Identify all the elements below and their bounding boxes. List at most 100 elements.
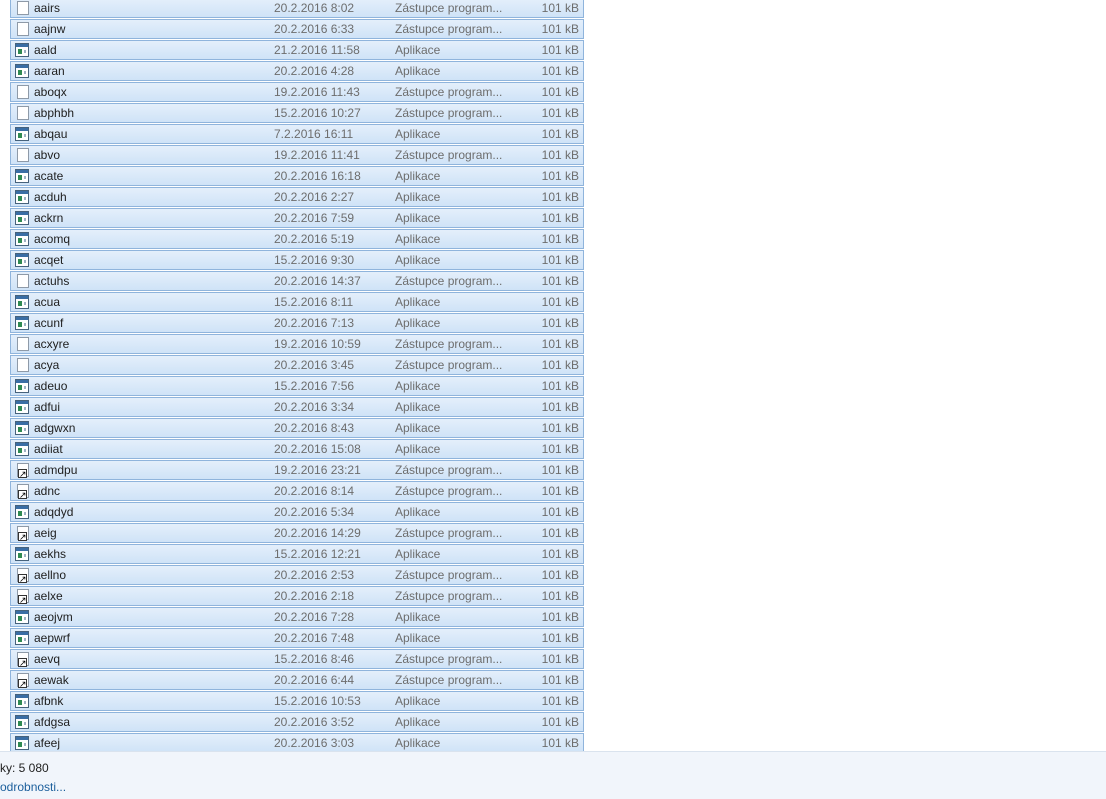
file-date: 15.2.2016 9:30 — [274, 253, 355, 267]
file-name: acua — [34, 295, 61, 309]
file-size: 101 kB — [541, 568, 579, 582]
file-type: Aplikace — [395, 715, 441, 729]
file-name: aevq — [34, 652, 61, 666]
file-type: Zástupce program... — [395, 589, 503, 603]
document-icon — [17, 148, 29, 162]
file-size: 101 kB — [541, 253, 579, 267]
file-date: 19.2.2016 11:41 — [274, 148, 360, 162]
file-row[interactable]: acqet 15.2.2016 9:30 Aplikace 101 kB — [10, 250, 584, 270]
file-size: 101 kB — [541, 463, 579, 477]
file-row[interactable]: aepwrf 20.2.2016 7:48 Aplikace 101 kB — [10, 628, 584, 648]
file-row[interactable]: acua 15.2.2016 8:11 Aplikace 101 kB — [10, 292, 584, 312]
file-size: 101 kB — [541, 337, 579, 351]
file-date: 20.2.2016 6:44 — [274, 673, 355, 687]
file-name: aaran — [34, 64, 65, 78]
file-row[interactable]: aaran 20.2.2016 4:28 Aplikace 101 kB — [10, 61, 584, 81]
item-count: ky: 5 080 — [0, 761, 49, 775]
file-row[interactable]: adgwxn 20.2.2016 8:43 Aplikace 101 kB — [10, 418, 584, 438]
file-row[interactable]: aellno 20.2.2016 2:53 Zástupce program... 1… — [10, 565, 584, 585]
file-row[interactable]: afdgsa 20.2.2016 3:52 Aplikace 101 kB — [10, 712, 584, 732]
file-size: 101 kB — [541, 547, 579, 561]
file-date: 20.2.2016 2:27 — [274, 190, 355, 204]
file-date: 20.2.2016 5:19 — [274, 232, 355, 246]
file-row[interactable]: adiiat 20.2.2016 15:08 Aplikace 101 kB — [10, 439, 584, 459]
document-icon — [17, 337, 29, 351]
application-icon — [15, 253, 29, 267]
file-size: 101 kB — [541, 43, 579, 57]
file-row[interactable]: aajnw 20.2.2016 6:33 Zástupce program... 10… — [10, 19, 584, 39]
file-row[interactable]: aairs 20.2.2016 8:02 Zástupce program... 10… — [10, 0, 584, 18]
file-name: abphbh — [34, 106, 75, 120]
application-icon — [15, 400, 29, 414]
file-size: 101 kB — [541, 127, 579, 141]
file-size: 101 kB — [541, 379, 579, 393]
file-row[interactable]: acduh 20.2.2016 2:27 Aplikace 101 kB — [10, 187, 584, 207]
file-row[interactable]: afbnk 15.2.2016 10:53 Aplikace 101 kB — [10, 691, 584, 711]
application-icon — [15, 442, 29, 456]
file-type: Zástupce program... — [395, 358, 503, 372]
application-icon — [15, 631, 29, 645]
file-size: 101 kB — [541, 652, 579, 666]
status-bar: ky: 5 080 odrobnosti... — [0, 751, 1106, 799]
shortcut-icon — [17, 526, 29, 541]
file-name: abvo — [34, 148, 61, 162]
file-type: Aplikace — [395, 64, 441, 78]
file-date: 19.2.2016 10:59 — [274, 337, 361, 351]
file-row[interactable]: adfui 20.2.2016 3:34 Aplikace 101 kB — [10, 397, 584, 417]
application-icon — [15, 547, 29, 561]
file-row[interactable]: acomq 20.2.2016 5:19 Aplikace 101 kB — [10, 229, 584, 249]
file-size: 101 kB — [541, 22, 579, 36]
file-row[interactable]: aekhs 15.2.2016 12:21 Aplikace 101 kB — [10, 544, 584, 564]
file-type: Zástupce program... — [395, 568, 503, 582]
file-row[interactable]: aelxe 20.2.2016 2:18 Zástupce program... 10… — [10, 586, 584, 606]
file-name: aeig — [34, 526, 57, 540]
file-date: 20.2.2016 16:18 — [274, 169, 361, 183]
file-row[interactable]: acxyre 19.2.2016 10:59 Zástupce program...… — [10, 334, 584, 354]
file-row[interactable]: aeojvm 20.2.2016 7:28 Aplikace 101 kB — [10, 607, 584, 627]
file-row[interactable]: aevq 15.2.2016 8:46 Zástupce program... 101… — [10, 649, 584, 669]
file-date: 15.2.2016 8:46 — [274, 652, 355, 666]
file-row[interactable]: abphbh 15.2.2016 10:27 Zástupce program...… — [10, 103, 584, 123]
application-icon — [15, 610, 29, 624]
document-icon — [17, 22, 29, 36]
file-size: 101 kB — [541, 211, 579, 225]
file-row[interactable]: aboqx 19.2.2016 11:43 Zástupce program... 1… — [10, 82, 584, 102]
file-size: 101 kB — [541, 316, 579, 330]
application-icon — [15, 295, 29, 309]
file-row[interactable]: ackrn 20.2.2016 7:59 Aplikace 101 kB — [10, 208, 584, 228]
file-name: aairs — [34, 1, 61, 15]
file-row[interactable]: acunf 20.2.2016 7:13 Aplikace 101 kB — [10, 313, 584, 333]
application-icon — [15, 421, 29, 435]
file-size: 101 kB — [541, 442, 579, 456]
file-date: 20.2.2016 7:28 — [274, 610, 355, 624]
file-type: Aplikace — [395, 631, 441, 645]
file-type: Aplikace — [395, 610, 441, 624]
file-type: Aplikace — [395, 694, 441, 708]
file-row[interactable]: adnc 20.2.2016 8:14 Zástupce program... 101… — [10, 481, 584, 501]
file-date: 20.2.2016 15:08 — [274, 442, 361, 456]
file-row[interactable]: aewak 20.2.2016 6:44 Zástupce program... 10… — [10, 670, 584, 690]
file-row[interactable]: actuhs 20.2.2016 14:37 Zástupce program...… — [10, 271, 584, 291]
file-date: 20.2.2016 14:37 — [274, 274, 361, 288]
details-link[interactable]: odrobnosti... — [0, 780, 66, 794]
file-name: acomq — [34, 232, 71, 246]
file-row[interactable]: acate 20.2.2016 16:18 Aplikace 101 kB — [10, 166, 584, 186]
file-row[interactable]: afeej 20.2.2016 3:03 Aplikace 101 kB — [10, 733, 584, 753]
file-row[interactable]: adqdyd 20.2.2016 5:34 Aplikace 101 kB — [10, 502, 584, 522]
file-name: adfui — [34, 400, 61, 414]
file-row[interactable]: adeuo 15.2.2016 7:56 Aplikace 101 kB — [10, 376, 584, 396]
file-row[interactable]: abqau 7.2.2016 16:11 Aplikace 101 kB — [10, 124, 584, 144]
file-row[interactable]: abvo 19.2.2016 11:41 Zástupce program... 10… — [10, 145, 584, 165]
file-name: aboqx — [34, 85, 67, 99]
file-row[interactable]: acya 20.2.2016 3:45 Zástupce program... 101… — [10, 355, 584, 375]
file-list: aairs 20.2.2016 8:02 Zástupce program... 10… — [10, 0, 584, 754]
file-type: Aplikace — [395, 547, 441, 561]
file-name: afbnk — [34, 694, 64, 708]
file-row[interactable]: aald 21.2.2016 11:58 Aplikace 101 kB — [10, 40, 584, 60]
file-type: Aplikace — [395, 379, 441, 393]
file-row[interactable]: admdpu 19.2.2016 23:21 Zástupce program...… — [10, 460, 584, 480]
file-row[interactable]: aeig 20.2.2016 14:29 Zástupce program... 10… — [10, 523, 584, 543]
file-date: 20.2.2016 3:52 — [274, 715, 355, 729]
file-size: 101 kB — [541, 505, 579, 519]
file-name: adeuo — [34, 379, 68, 393]
